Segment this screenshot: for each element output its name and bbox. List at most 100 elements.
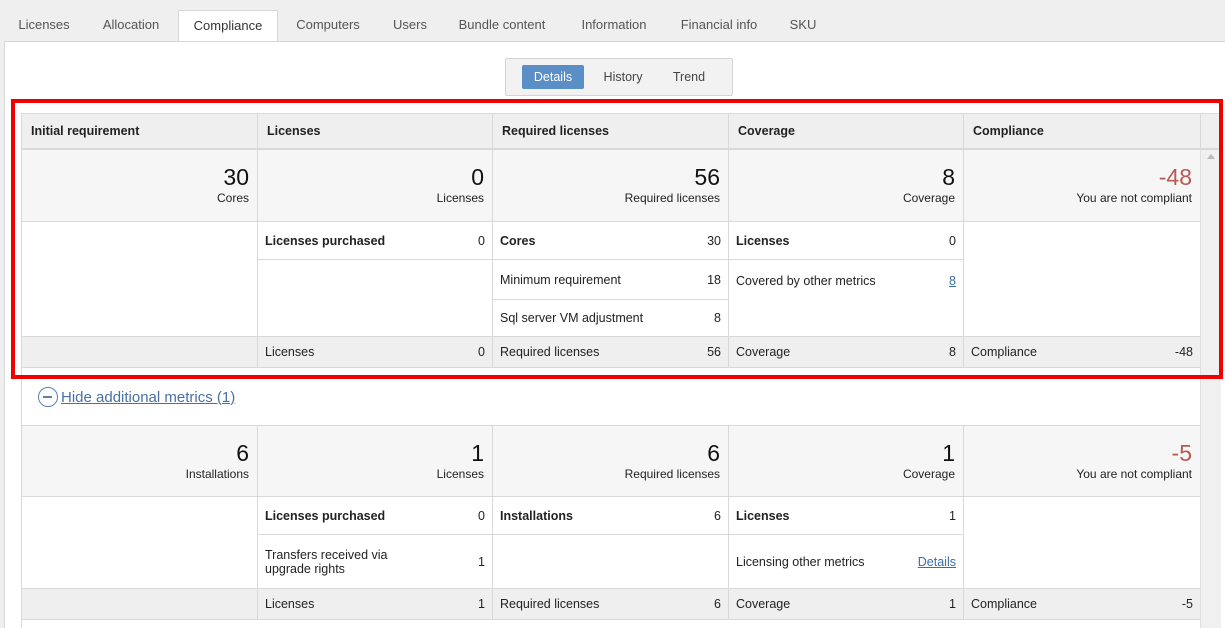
total-label: Licenses [265, 345, 315, 359]
subtab-trend[interactable]: Trend [662, 65, 716, 89]
summary-caption: Licenses [436, 191, 484, 205]
hide-additional-metrics-toggle[interactable]: Hide additional metrics (1) [38, 387, 235, 407]
detail-value: 6 [714, 508, 721, 523]
hide-additional-metrics-link[interactable]: Hide additional metrics (1) [61, 389, 235, 406]
summary-value: 6 [707, 440, 720, 466]
detail-empty [963, 497, 1200, 589]
summary-value: 6 [236, 440, 249, 466]
detail-label: Sql server VM adjustment [500, 311, 644, 325]
summary-caption: Required licenses [624, 191, 720, 205]
total-value: 0 [478, 345, 485, 359]
summary-caption: Cores [216, 191, 249, 205]
total-empty [21, 589, 257, 620]
detail-row: Licensing other metrics Details [728, 535, 963, 589]
summary-coverage: 8 Coverage [728, 150, 963, 222]
detail-label: Licensing other metrics [736, 554, 865, 569]
tab-users[interactable]: Users [380, 10, 440, 42]
detail-row: Licenses purchased 0 [257, 222, 492, 260]
tab-licenses[interactable]: Licenses [4, 10, 84, 42]
summary-value: 1 [471, 440, 484, 466]
total-label: Required licenses [500, 345, 600, 359]
divider [21, 368, 22, 426]
summary-value: 0 [471, 164, 484, 190]
detail-value: 1 [949, 508, 956, 523]
detail-value: 0 [478, 508, 485, 523]
detail-label: Cores [500, 233, 536, 248]
summary-licenses: 0 Licenses [257, 150, 492, 222]
summary-initial-requirement: 30 Cores [21, 150, 257, 222]
total-label: Coverage [736, 345, 791, 359]
summary-caption: Coverage [902, 191, 955, 205]
summary-caption: Licenses [436, 467, 484, 481]
tab-bundle-content[interactable]: Bundle content [446, 10, 558, 42]
detail-label: Installations [500, 508, 573, 523]
total-label: Licenses [265, 597, 315, 611]
total-row: Coverage 1 [728, 589, 963, 620]
detail-label: Licenses [736, 233, 790, 248]
total-value: 6 [714, 597, 721, 611]
detail-row: Covered by other metrics 8 [728, 260, 963, 337]
detail-row: Licenses 1 [728, 497, 963, 535]
total-label: Coverage [736, 597, 791, 611]
summary-value: 8 [942, 164, 955, 190]
total-row: Coverage 8 [728, 337, 963, 368]
tab-compliance[interactable]: Compliance [178, 10, 278, 43]
total-row: Licenses 1 [257, 589, 492, 620]
detail-row: Licenses 0 [728, 222, 963, 260]
licensing-other-metrics-details-link[interactable]: Details [918, 555, 956, 569]
column-header-initial-requirement: Initial requirement [21, 114, 257, 149]
detail-row: Cores 30 [492, 222, 728, 260]
summary-licenses: 1 Licenses [257, 426, 492, 497]
detail-label: Transfers received via upgrade rights [265, 547, 388, 576]
summary-required-licenses: 6 Required licenses [492, 426, 728, 497]
summary-caption: Required licenses [624, 467, 720, 481]
detail-label: Minimum requirement [500, 272, 621, 287]
detail-value: 18 [707, 272, 721, 287]
tab-allocation[interactable]: Allocation [88, 10, 174, 42]
summary-required-licenses: 56 Required licenses [492, 150, 728, 222]
compliance-value: -48 [1158, 164, 1192, 190]
compliance-value: -5 [1171, 440, 1192, 466]
compliance-status: You are not compliant [1076, 191, 1192, 205]
compliance-table-header: Initial requirement Licenses Required li… [21, 113, 1221, 150]
summary-compliance: -48 You are not compliant [963, 150, 1200, 222]
detail-row: Installations 6 [492, 497, 728, 535]
detail-empty [492, 535, 728, 589]
total-label: Required licenses [500, 597, 600, 611]
total-empty [21, 337, 257, 368]
total-row: Compliance -48 [963, 337, 1200, 368]
detail-label: Covered by other metrics [736, 274, 876, 288]
detail-row: Minimum requirement 18 [492, 260, 728, 300]
summary-caption: Coverage [902, 467, 955, 481]
summary-caption: Installations [185, 467, 249, 481]
total-row: Required licenses 6 [492, 589, 728, 620]
summary-value: 1 [942, 440, 955, 466]
total-value: -5 [1181, 597, 1193, 611]
divider [21, 620, 22, 628]
detail-label: Licenses purchased [265, 233, 386, 248]
tab-computers[interactable]: Computers [282, 10, 374, 42]
tab-financial-info[interactable]: Financial info [670, 10, 768, 42]
tab-sku[interactable]: SKU [780, 10, 826, 42]
summary-initial-requirement: 6 Installations [21, 426, 257, 497]
detail-label: Licenses [736, 508, 790, 523]
total-value: 8 [949, 345, 956, 359]
tab-bar: Licenses Allocation Compliance Computers… [0, 0, 1225, 43]
column-header-licenses: Licenses [257, 114, 492, 149]
summary-compliance: -5 You are not compliant [963, 426, 1200, 497]
tab-information[interactable]: Information [566, 10, 662, 42]
vertical-scrollbar[interactable] [1200, 150, 1221, 628]
detail-row: Transfers received via upgrade rights 1 [257, 535, 492, 589]
summary-coverage: 1 Coverage [728, 426, 963, 497]
scroll-up-arrow-icon[interactable] [1207, 154, 1215, 159]
detail-value: 0 [949, 233, 956, 248]
total-value: 56 [707, 345, 721, 359]
subtab-details[interactable]: Details [522, 65, 584, 89]
subtab-history[interactable]: History [594, 65, 652, 89]
total-row: Licenses 0 [257, 337, 492, 368]
detail-empty [21, 497, 257, 589]
detail-value: 30 [707, 233, 721, 248]
covered-by-other-metrics-link[interactable]: 8 [949, 274, 956, 288]
detail-label: Licenses purchased [265, 508, 386, 523]
total-row: Compliance -5 [963, 589, 1200, 620]
